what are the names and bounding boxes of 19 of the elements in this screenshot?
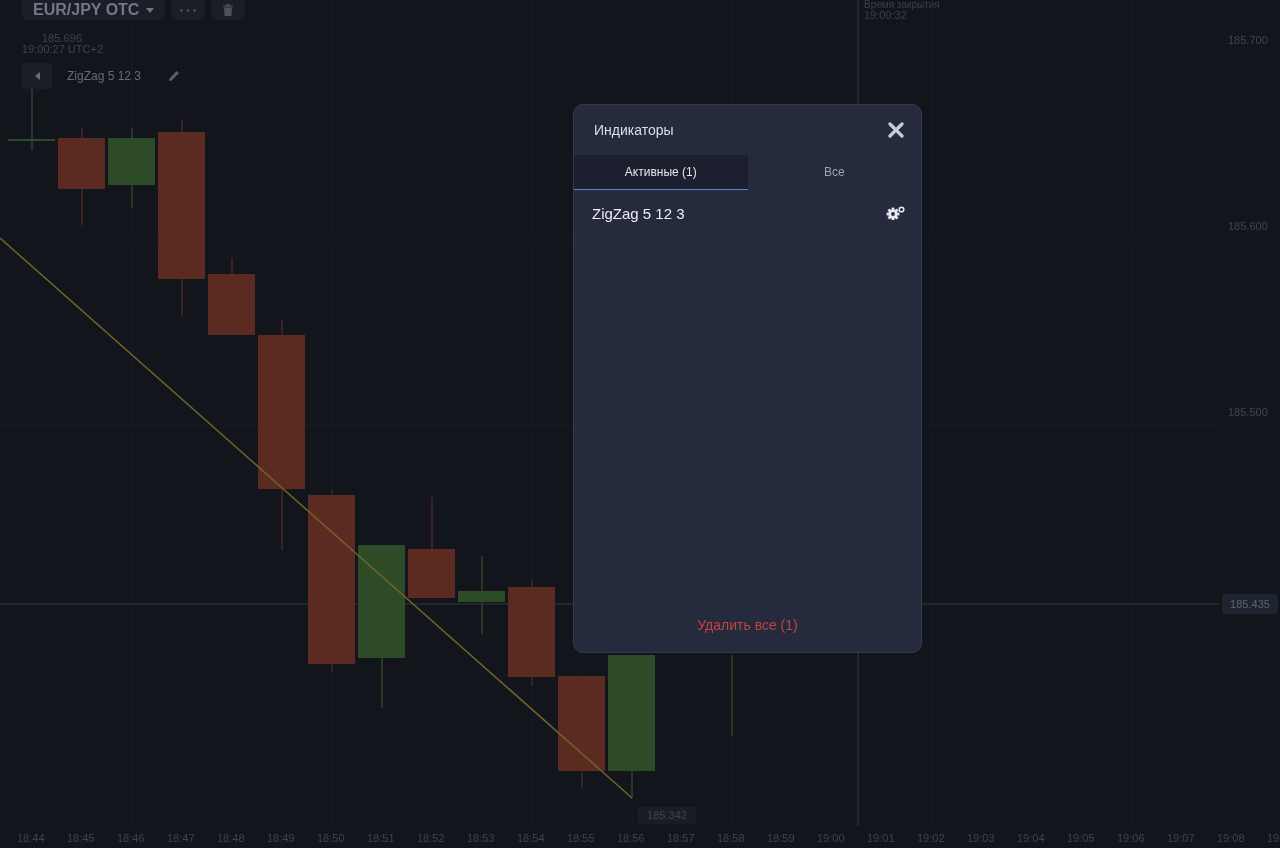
- settings-button[interactable]: [886, 206, 905, 220]
- delete-button[interactable]: [211, 0, 246, 20]
- symbol-dropdown[interactable]: EUR/JPY OTC: [22, 0, 166, 20]
- gears-icon: [886, 206, 905, 220]
- more-icon: [180, 8, 197, 12]
- dialog-title: Индикаторы: [594, 122, 674, 138]
- more-button[interactable]: [171, 0, 206, 20]
- dialog-tab[interactable]: Все: [747, 155, 921, 190]
- indicator-name[interactable]: ZigZag 5 12 3: [592, 204, 685, 222]
- pencil-icon[interactable]: [169, 71, 180, 81]
- current-price-tag: 185.435: [1222, 594, 1278, 614]
- dialog-tab[interactable]: Активные (1): [574, 155, 748, 190]
- collapse-button[interactable]: [22, 63, 52, 89]
- trash-icon: [223, 4, 234, 16]
- caret-icon: [146, 7, 155, 13]
- indicator-legend-name: ZigZag 5 12 3: [67, 69, 142, 83]
- left-triangle-icon: [34, 72, 40, 80]
- delete-all-link[interactable]: Удалить все (1): [691, 613, 804, 637]
- close-icon: [888, 122, 904, 138]
